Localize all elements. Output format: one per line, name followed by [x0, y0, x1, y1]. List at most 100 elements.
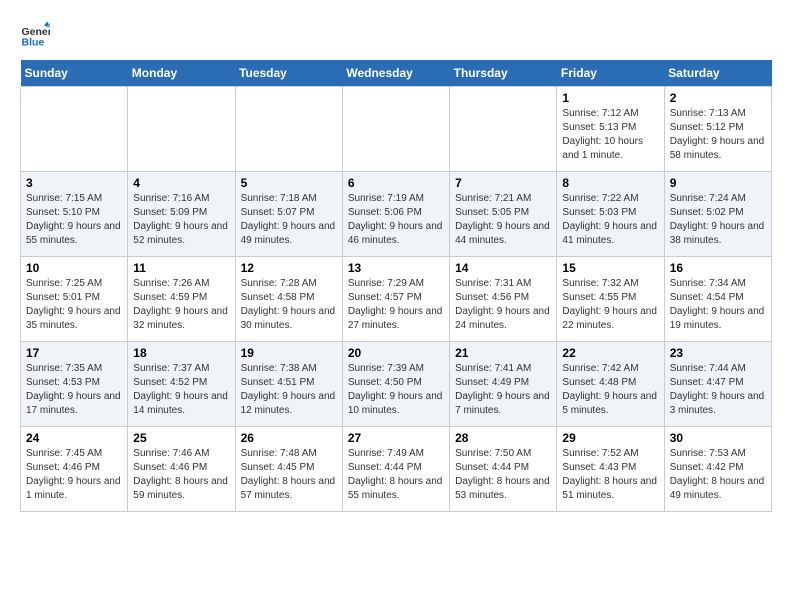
day-info: Sunrise: 7:35 AM Sunset: 4:53 PM Dayligh… — [26, 362, 122, 418]
calendar-cell: 24 Sunrise: 7:45 AM Sunset: 4:46 PM Dayli… — [21, 427, 128, 512]
calendar-cell — [450, 87, 557, 172]
calendar-cell: 5 Sunrise: 7:18 AM Sunset: 5:07 PM Daylig… — [235, 172, 342, 257]
day-number: 11 — [133, 261, 229, 275]
calendar-cell — [342, 87, 449, 172]
day-number: 5 — [241, 176, 337, 190]
calendar-cell: 23Sunrise: 7:44 AM Sunset: 4:47 PM Dayli… — [664, 342, 771, 427]
day-number: 2 — [670, 91, 766, 105]
day-info: Sunrise: 7:12 AM Sunset: 5:13 PM Dayligh… — [562, 107, 658, 163]
day-number: 7 — [455, 176, 551, 190]
day-number: 27 — [348, 431, 444, 445]
calendar-cell: 26 Sunrise: 7:48 AM Sunset: 4:45 PM Dayli… — [235, 427, 342, 512]
day-number: 8 — [562, 176, 658, 190]
day-info: Sunrise: 7:50 AM Sunset: 4:44 PM Dayligh… — [455, 447, 551, 503]
day-info: Sunrise: 7:45 AM Sunset: 4:46 PM Dayligh… — [26, 447, 122, 503]
calendar-cell: 13 Sunrise: 7:29 AM Sunset: 4:57 PM Dayli… — [342, 257, 449, 342]
logo-icon: General Blue — [20, 20, 50, 50]
calendar-cell: 20Sunrise: 7:39 AM Sunset: 4:50 PM Dayli… — [342, 342, 449, 427]
calendar-cell: 12Sunrise: 7:28 AM Sunset: 4:58 PM Dayli… — [235, 257, 342, 342]
calendar-cell: 15Sunrise: 7:32 AM Sunset: 4:55 PM Dayli… — [557, 257, 664, 342]
calendar-cell: 29 Sunrise: 7:52 AM Sunset: 4:43 PM Dayli… — [557, 427, 664, 512]
day-number: 1 — [562, 91, 658, 105]
day-info: Sunrise: 7:13 AM Sunset: 5:12 PM Dayligh… — [670, 107, 766, 163]
day-number: 28 — [455, 431, 551, 445]
day-info: Sunrise: 7:24 AM Sunset: 5:02 PM Dayligh… — [670, 192, 766, 248]
day-number: 17 — [26, 346, 122, 360]
day-info: Sunrise: 7:46 AM Sunset: 4:46 PM Dayligh… — [133, 447, 229, 503]
day-number: 26 — [241, 431, 337, 445]
header-tuesday: Tuesday — [235, 60, 342, 87]
day-number: 22 — [562, 346, 658, 360]
header-monday: Monday — [128, 60, 235, 87]
calendar-cell: 22 Sunrise: 7:42 AM Sunset: 4:48 PM Dayli… — [557, 342, 664, 427]
day-info: Sunrise: 7:52 AM Sunset: 4:43 PM Dayligh… — [562, 447, 658, 503]
day-number: 16 — [670, 261, 766, 275]
day-info: Sunrise: 7:29 AM Sunset: 4:57 PM Dayligh… — [348, 277, 444, 333]
day-number: 19 — [241, 346, 337, 360]
day-info: Sunrise: 7:18 AM Sunset: 5:07 PM Dayligh… — [241, 192, 337, 248]
day-number: 9 — [670, 176, 766, 190]
day-number: 30 — [670, 431, 766, 445]
calendar-cell: 18Sunrise: 7:37 AM Sunset: 4:52 PM Dayli… — [128, 342, 235, 427]
day-info: Sunrise: 7:16 AM Sunset: 5:09 PM Dayligh… — [133, 192, 229, 248]
header-saturday: Saturday — [664, 60, 771, 87]
day-number: 14 — [455, 261, 551, 275]
day-info: Sunrise: 7:21 AM Sunset: 5:05 PM Dayligh… — [455, 192, 551, 248]
day-number: 3 — [26, 176, 122, 190]
day-info: Sunrise: 7:25 AM Sunset: 5:01 PM Dayligh… — [26, 277, 122, 333]
week-row-4: 17 Sunrise: 7:35 AM Sunset: 4:53 PM Dayli… — [21, 342, 772, 427]
calendar-cell: 28 Sunrise: 7:50 AM Sunset: 4:44 PM Dayli… — [450, 427, 557, 512]
day-number: 24 — [26, 431, 122, 445]
week-row-1: 1 Sunrise: 7:12 AM Sunset: 5:13 PM Daylig… — [21, 87, 772, 172]
calendar-cell: 11 Sunrise: 7:26 AM Sunset: 4:59 PM Dayli… — [128, 257, 235, 342]
day-info: Sunrise: 7:38 AM Sunset: 4:51 PM Dayligh… — [241, 362, 337, 418]
day-number: 6 — [348, 176, 444, 190]
header-wednesday: Wednesday — [342, 60, 449, 87]
calendar-cell: 19 Sunrise: 7:38 AM Sunset: 4:51 PM Dayli… — [235, 342, 342, 427]
day-info: Sunrise: 7:41 AM Sunset: 4:49 PM Dayligh… — [455, 362, 551, 418]
header-row: SundayMondayTuesdayWednesdayThursdayFrid… — [21, 60, 772, 87]
day-info: Sunrise: 7:49 AM Sunset: 4:44 PM Dayligh… — [348, 447, 444, 503]
calendar-cell: 16Sunrise: 7:34 AM Sunset: 4:54 PM Dayli… — [664, 257, 771, 342]
day-info: Sunrise: 7:15 AM Sunset: 5:10 PM Dayligh… — [26, 192, 122, 248]
day-number: 21 — [455, 346, 551, 360]
calendar-cell: 2 Sunrise: 7:13 AM Sunset: 5:12 PM Daylig… — [664, 87, 771, 172]
calendar-cell: 21 Sunrise: 7:41 AM Sunset: 4:49 PM Dayli… — [450, 342, 557, 427]
day-info: Sunrise: 7:42 AM Sunset: 4:48 PM Dayligh… — [562, 362, 658, 418]
day-info: Sunrise: 7:31 AM Sunset: 4:56 PM Dayligh… — [455, 277, 551, 333]
calendar-cell: 30 Sunrise: 7:53 AM Sunset: 4:42 PM Dayli… — [664, 427, 771, 512]
day-number: 10 — [26, 261, 122, 275]
day-number: 25 — [133, 431, 229, 445]
day-info: Sunrise: 7:48 AM Sunset: 4:45 PM Dayligh… — [241, 447, 337, 503]
day-number: 12 — [241, 261, 337, 275]
header-thursday: Thursday — [450, 60, 557, 87]
week-row-3: 10 Sunrise: 7:25 AM Sunset: 5:01 PM Dayli… — [21, 257, 772, 342]
calendar-cell: 7 Sunrise: 7:21 AM Sunset: 5:05 PM Daylig… — [450, 172, 557, 257]
calendar-cell: 9 Sunrise: 7:24 AM Sunset: 5:02 PM Daylig… — [664, 172, 771, 257]
day-info: Sunrise: 7:39 AM Sunset: 4:50 PM Dayligh… — [348, 362, 444, 418]
logo: General Blue — [20, 20, 54, 50]
calendar-cell: 3 Sunrise: 7:15 AM Sunset: 5:10 PM Daylig… — [21, 172, 128, 257]
day-number: 4 — [133, 176, 229, 190]
week-row-2: 3 Sunrise: 7:15 AM Sunset: 5:10 PM Daylig… — [21, 172, 772, 257]
day-number: 18 — [133, 346, 229, 360]
calendar-cell: 17 Sunrise: 7:35 AM Sunset: 4:53 PM Dayli… — [21, 342, 128, 427]
calendar-cell: 6 Sunrise: 7:19 AM Sunset: 5:06 PM Daylig… — [342, 172, 449, 257]
calendar-cell: 4 Sunrise: 7:16 AM Sunset: 5:09 PM Daylig… — [128, 172, 235, 257]
day-info: Sunrise: 7:44 AM Sunset: 4:47 PM Dayligh… — [670, 362, 766, 418]
week-row-5: 24 Sunrise: 7:45 AM Sunset: 4:46 PM Dayli… — [21, 427, 772, 512]
svg-text:Blue: Blue — [22, 37, 45, 49]
day-info: Sunrise: 7:53 AM Sunset: 4:42 PM Dayligh… — [670, 447, 766, 503]
day-number: 13 — [348, 261, 444, 275]
calendar-cell — [21, 87, 128, 172]
header-friday: Friday — [557, 60, 664, 87]
calendar-table: SundayMondayTuesdayWednesdayThursdayFrid… — [20, 60, 772, 512]
day-info: Sunrise: 7:19 AM Sunset: 5:06 PM Dayligh… — [348, 192, 444, 248]
day-info: Sunrise: 7:26 AM Sunset: 4:59 PM Dayligh… — [133, 277, 229, 333]
calendar-cell: 25 Sunrise: 7:46 AM Sunset: 4:46 PM Dayli… — [128, 427, 235, 512]
calendar-cell: 27 Sunrise: 7:49 AM Sunset: 4:44 PM Dayli… — [342, 427, 449, 512]
day-number: 15 — [562, 261, 658, 275]
calendar-cell: 14 Sunrise: 7:31 AM Sunset: 4:56 PM Dayli… — [450, 257, 557, 342]
calendar-cell: 1 Sunrise: 7:12 AM Sunset: 5:13 PM Daylig… — [557, 87, 664, 172]
day-number: 29 — [562, 431, 658, 445]
